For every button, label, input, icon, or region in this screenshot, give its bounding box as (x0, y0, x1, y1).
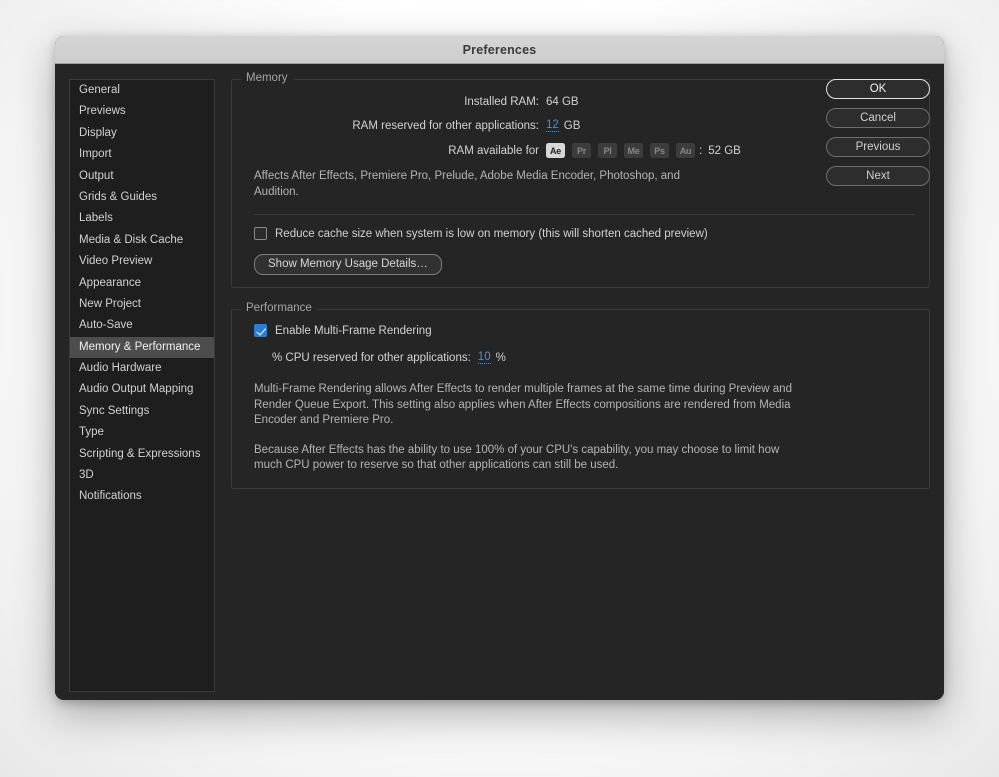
sidebar-item-label: Previews (79, 105, 126, 118)
cpu-reserved-row: % CPU reserved for other applications: 1… (272, 351, 915, 364)
sidebar-item-grids-guides[interactable]: Grids & Guides (70, 187, 214, 208)
performance-group: Performance Enable Multi-Frame Rendering… (231, 302, 930, 489)
sidebar-item-label: 3D (79, 469, 94, 482)
sidebar-item-audio-output-mapping[interactable]: Audio Output Mapping (70, 379, 214, 400)
sidebar-item-notifications[interactable]: Notifications (70, 486, 214, 507)
sidebar-item-media-disk-cache[interactable]: Media & Disk Cache (70, 230, 214, 251)
sidebar-item-type[interactable]: Type (70, 422, 214, 443)
reduce-cache-checkbox[interactable] (254, 227, 267, 240)
enable-multi-frame-rendering-checkbox[interactable] (254, 324, 267, 337)
cpu-reserved-unit: % (495, 351, 506, 364)
mfr-row[interactable]: Enable Multi-Frame Rendering (254, 324, 915, 337)
photoshop-chip-icon: Ps (650, 143, 669, 158)
reduce-cache-label: Reduce cache size when system is low on … (275, 227, 708, 240)
sidebar-item-label: Scripting & Expressions (79, 447, 201, 460)
mfr-description-paragraph-1: Multi-Frame Rendering allows After Effec… (254, 383, 792, 426)
sidebar-item-auto-save[interactable]: Auto-Save (70, 315, 214, 336)
sidebar-item-label: Audio Output Mapping (79, 383, 194, 396)
reserved-ram-input[interactable]: 12 (546, 119, 559, 132)
memory-group-label: Memory (241, 72, 293, 84)
show-memory-usage-details-button[interactable]: Show Memory Usage Details… (254, 254, 442, 275)
sidebar-item-label: Display (79, 126, 117, 139)
sidebar-item-audio-hardware[interactable]: Audio Hardware (70, 358, 214, 379)
sidebar-item-previews[interactable]: Previews (70, 101, 214, 122)
reserved-ram-unit: GB (563, 119, 581, 132)
sidebar-item-label: Output (79, 169, 114, 182)
enable-multi-frame-rendering-label: Enable Multi-Frame Rendering (275, 324, 432, 337)
cpu-reserved-label: % CPU reserved for other applications: (272, 351, 471, 364)
sidebar-item-label: Grids & Guides (79, 190, 157, 203)
dialog-body: General Previews Display Import Output Grids … (55, 64, 944, 700)
ok-button[interactable]: OK (826, 79, 930, 99)
sidebar-item-new-project[interactable]: New Project (70, 294, 214, 315)
after-effects-chip-icon: Ae (546, 143, 565, 158)
sidebar-item-import[interactable]: Import (70, 144, 214, 165)
preferences-category-list[interactable]: General Previews Display Import Output Grids … (69, 79, 215, 692)
sidebar-item-display[interactable]: Display (70, 123, 214, 144)
dialog-button-column: OK Cancel Previous Next (826, 79, 930, 195)
memory-divider (254, 214, 915, 215)
premiere-pro-chip-icon: Pr (572, 143, 591, 158)
sidebar-item-label: Import (79, 148, 112, 161)
performance-group-label: Performance (241, 302, 317, 314)
sidebar-item-label: Video Preview (79, 255, 153, 268)
mfr-description-paragraph-2: Because After Effects has the ability to… (254, 443, 780, 472)
cpu-reserved-input[interactable]: 10 (477, 351, 491, 364)
next-button[interactable]: Next (826, 166, 930, 186)
reserved-ram-row: RAM reserved for other applications: 12 … (246, 119, 915, 132)
sidebar-item-label: Audio Hardware (79, 362, 162, 375)
sidebar-item-label: General (79, 84, 120, 96)
sidebar-item-label: Appearance (79, 276, 142, 289)
available-ram-row: RAM available for Ae Pr Pl Me Ps Au : 52 GB (246, 143, 915, 158)
reduce-cache-row[interactable]: Reduce cache size when system is low on … (254, 227, 915, 240)
app-chip-list: Ae Pr Pl Me Ps Au (546, 143, 695, 158)
affects-note: Affects After Effects, Premiere Pro, Pre… (254, 170, 680, 198)
sidebar-item-label: Memory & Performance (79, 340, 201, 353)
installed-ram-value: 64 GB (546, 96, 579, 108)
sidebar-item-label: Auto-Save (79, 319, 133, 332)
sidebar-item-label: New Project (79, 297, 141, 310)
sidebar-item-scripting-expressions[interactable]: Scripting & Expressions (70, 444, 214, 465)
sidebar-item-label: Sync Settings (79, 404, 150, 417)
title-bar: Preferences (55, 36, 944, 64)
audition-chip-icon: Au (676, 143, 695, 158)
sidebar-item-appearance[interactable]: Appearance (70, 273, 214, 294)
installed-ram-label: Installed RAM: (464, 96, 539, 108)
available-ram-value: 52 GB (708, 144, 741, 157)
cancel-button[interactable]: Cancel (826, 108, 930, 128)
sidebar-item-label: Type (79, 426, 104, 439)
media-encoder-chip-icon: Me (624, 143, 643, 158)
sidebar-item-labels[interactable]: Labels (70, 208, 214, 229)
sidebar-item-3d[interactable]: 3D (70, 465, 214, 486)
available-ram-colon: : (699, 144, 703, 157)
sidebar-item-label: Notifications (79, 490, 142, 503)
prelude-chip-icon: Pl (598, 143, 617, 158)
page-title: Preferences (462, 42, 537, 57)
sidebar-item-label: Labels (79, 212, 113, 225)
sidebar-item-output[interactable]: Output (70, 166, 214, 187)
sidebar-item-sync-settings[interactable]: Sync Settings (70, 401, 214, 422)
reserved-ram-label: RAM reserved for other applications: (352, 119, 539, 132)
sidebar-item-memory-performance[interactable]: Memory & Performance (70, 336, 214, 359)
preferences-dialog: Preferences General Previews Display Import… (55, 36, 944, 700)
sidebar-item-label: Media & Disk Cache (79, 233, 184, 246)
previous-button[interactable]: Previous (826, 137, 930, 157)
available-ram-label: RAM available for (448, 144, 539, 157)
sidebar-item-video-preview[interactable]: Video Preview (70, 251, 214, 272)
installed-ram-row: Installed RAM: 64 GB (246, 96, 915, 108)
sidebar-item-general[interactable]: General (70, 80, 214, 101)
